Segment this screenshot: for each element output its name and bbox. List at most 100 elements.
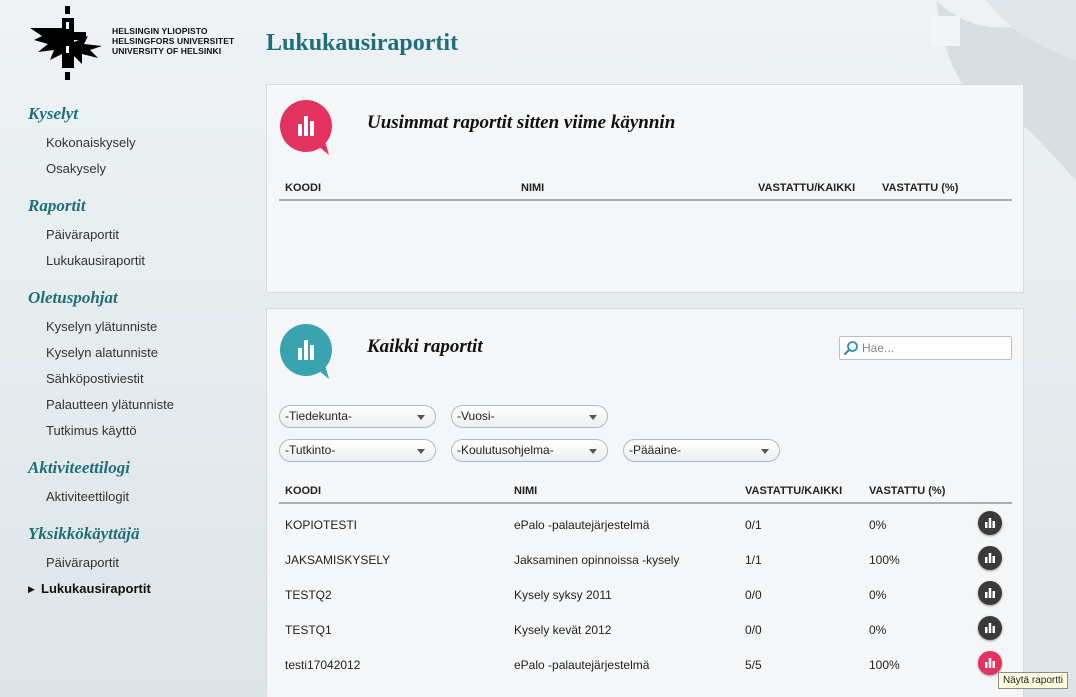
nav-item-palautteen-ylatunniste[interactable]: Palautteen ylätunniste — [28, 392, 248, 418]
nav-item-unit-paivaraportit[interactable]: Päiväraportit — [28, 550, 248, 576]
caret-down-icon — [589, 415, 597, 420]
cell-name: Kysely syksy 2011 — [514, 588, 612, 602]
column-header-vastattu-percent[interactable]: VASTATTU (%) — [882, 182, 958, 194]
cell-code: testi17042012 — [285, 658, 361, 672]
nav-heading: Aktiviteettilogi — [28, 458, 130, 477]
nav-heading: Raportit — [28, 196, 86, 215]
logo-line-finnish: HELSINGIN YLIOPISTO — [112, 26, 208, 36]
nav-item-unit-lukukausiraportit-active[interactable]: ▶ Lukukausiraportit — [28, 576, 248, 602]
logo-line-swedish: HELSINGFORS UNIVERSITET — [112, 36, 235, 46]
recent-reports-table-header: KOODI NIMI VASTATTU/KAIKKI VASTATTU (%) — [279, 181, 1012, 201]
column-header-vastattu-percent[interactable]: VASTATTU (%) — [869, 485, 945, 497]
nav-heading: Yksikkökäyttäjä — [28, 524, 140, 543]
bar-chart-icon — [985, 518, 995, 528]
column-header-vastattu-kaikki[interactable]: VASTATTU/KAIKKI — [758, 182, 855, 194]
cell-answered: 0/0 — [745, 588, 762, 602]
table-row: TESTQ1 Kysely kevät 2012 0/0 0% — [279, 611, 1012, 646]
nav-item-sahkopostiviestit[interactable]: Sähköpostiviestit — [28, 366, 248, 392]
column-header-koodi[interactable]: KOODI — [285, 182, 321, 194]
recent-reports-title: Uusimmat raportit sitten viime käynnin — [367, 112, 676, 133]
cell-name: ePalo -palautejärjestelmä — [514, 658, 650, 672]
logo-line-english: UNIVERSITY OF HELSINKI — [112, 46, 222, 56]
caret-down-icon — [417, 449, 425, 454]
nav-heading: Kyselyt — [28, 104, 79, 123]
bar-chart-icon — [985, 623, 995, 633]
all-reports-table-header: KOODI NIMI VASTATTU/KAIKKI VASTATTU (%) — [279, 484, 1012, 504]
sidebar-nav: Kyselyt Kokonaiskysely Osakysely Raporti… — [28, 104, 248, 616]
cell-answered: 0/0 — [745, 623, 762, 637]
nav-group-raportit: Raportit Päiväraportit Lukukausiraportit — [28, 196, 248, 274]
caret-down-icon — [417, 415, 425, 420]
table-row: JAKSAMISKYSELY Jaksaminen opinnoissa -ky… — [279, 541, 1012, 576]
column-header-koodi[interactable]: KOODI — [285, 485, 321, 497]
active-arrow-icon: ▶ — [28, 584, 35, 594]
cell-answered: 1/1 — [745, 553, 762, 567]
caret-down-icon — [589, 449, 597, 454]
all-reports-table-body: KOPIOTESTI ePalo -palautejärjestelmä 0/1… — [279, 506, 1012, 681]
helsinki-flame-logo-icon — [30, 6, 102, 80]
nav-group-yksikkokayttaja: Yksikkökäyttäjä Päiväraportit ▶ Lukukausi… — [28, 524, 248, 602]
select-value: -Pääaine- — [629, 443, 682, 457]
page-title: Lukukausiraportit — [266, 30, 459, 56]
university-name: HELSINGIN YLIOPISTO HELSINGFORS UNIVERSI… — [112, 26, 234, 56]
cell-code: TESTQ2 — [285, 588, 332, 602]
filter-paaaine-select[interactable]: -Pääaine- — [623, 439, 780, 462]
cell-name: Jaksaminen opinnoissa -kysely — [514, 553, 680, 567]
nav-group-oletuspohjat: Oletuspohjat Kyselyn ylätunniste Kyselyn… — [28, 288, 248, 444]
cell-percent: 100% — [869, 553, 900, 567]
nav-item-paivaraportit[interactable]: Päiväraportit — [28, 222, 248, 248]
select-value: -Tutkinto- — [285, 443, 336, 457]
show-report-tooltip: Näytä raportti — [998, 672, 1069, 689]
cell-name: ePalo -palautejärjestelmä — [514, 518, 650, 532]
table-row: testi17042012 ePalo -palautejärjestelmä … — [279, 646, 1012, 681]
nav-item-tutkimus-kaytto[interactable]: Tutkimus käyttö — [28, 418, 248, 444]
search-input[interactable] — [862, 341, 1002, 355]
nav-group-aktiviteettilogi: Aktiviteettilogi Aktiviteettilogit — [28, 458, 248, 510]
nav-group-kyselyt: Kyselyt Kokonaiskysely Osakysely — [28, 104, 248, 182]
bar-chart-icon — [985, 658, 995, 668]
cell-code: TESTQ1 — [285, 623, 332, 637]
university-logo[interactable]: HELSINGIN YLIOPISTO HELSINGFORS UNIVERSI… — [28, 6, 234, 80]
cell-name: Kysely kevät 2012 — [514, 623, 612, 637]
show-report-button[interactable] — [978, 581, 1002, 605]
cell-code: KOPIOTESTI — [285, 518, 358, 532]
column-header-vastattu-kaikki[interactable]: VASTATTU/KAIKKI — [745, 485, 842, 497]
cell-percent: 0% — [869, 623, 887, 637]
nav-item-kyselyn-alatunniste[interactable]: Kyselyn alatunniste — [28, 340, 248, 366]
cell-percent: 0% — [869, 518, 887, 532]
cell-percent: 100% — [869, 658, 900, 672]
search-icon — [840, 337, 862, 359]
nav-heading: Oletuspohjat — [28, 288, 118, 307]
filter-tutkinto-select[interactable]: -Tutkinto- — [279, 439, 436, 462]
nav-item-osakysely[interactable]: Osakysely — [28, 156, 248, 182]
recent-reports-panel: Uusimmat raportit sitten viime käynnin K… — [266, 84, 1024, 293]
nav-item-kokonaiskysely[interactable]: Kokonaiskysely — [28, 130, 248, 156]
all-reports-panel: Kaikki raportit -Tiedekunta- -Vuosi- -Tu… — [266, 308, 1024, 697]
nav-item-lukukausiraportit[interactable]: Lukukausiraportit — [28, 248, 248, 274]
table-row: TESTQ2 Kysely syksy 2011 0/0 0% — [279, 576, 1012, 611]
cell-answered: 5/5 — [745, 658, 762, 672]
nav-item-kyselyn-ylatunniste[interactable]: Kyselyn ylätunniste — [28, 314, 248, 340]
nav-item-aktiviteettilogit[interactable]: Aktiviteettilogit — [28, 484, 248, 510]
search-box[interactable] — [839, 336, 1012, 360]
show-report-button[interactable] — [978, 546, 1002, 570]
cell-answered: 0/1 — [745, 518, 762, 532]
show-report-button[interactable] — [978, 511, 1002, 535]
select-value: -Koulutusohjelma- — [457, 443, 554, 457]
show-report-button[interactable] — [978, 616, 1002, 640]
filter-koulutusohjelma-select[interactable]: -Koulutusohjelma- — [451, 439, 608, 462]
nav-item-label: Lukukausiraportit — [41, 581, 151, 596]
bar-chart-icon — [985, 553, 995, 563]
filter-tiedekunta-select[interactable]: -Tiedekunta- — [279, 405, 436, 428]
cell-code: JAKSAMISKYSELY — [285, 553, 391, 567]
select-value: -Tiedekunta- — [285, 409, 352, 423]
all-reports-title: Kaikki raportit — [367, 336, 483, 357]
bar-chart-bubble-icon — [280, 324, 332, 379]
cell-percent: 0% — [869, 588, 887, 602]
column-header-nimi[interactable]: NIMI — [521, 182, 544, 194]
bar-chart-bubble-icon — [280, 100, 332, 155]
select-value: -Vuosi- — [457, 409, 495, 423]
filter-vuosi-select[interactable]: -Vuosi- — [451, 405, 608, 428]
table-row: KOPIOTESTI ePalo -palautejärjestelmä 0/1… — [279, 506, 1012, 541]
column-header-nimi[interactable]: NIMI — [514, 485, 537, 497]
